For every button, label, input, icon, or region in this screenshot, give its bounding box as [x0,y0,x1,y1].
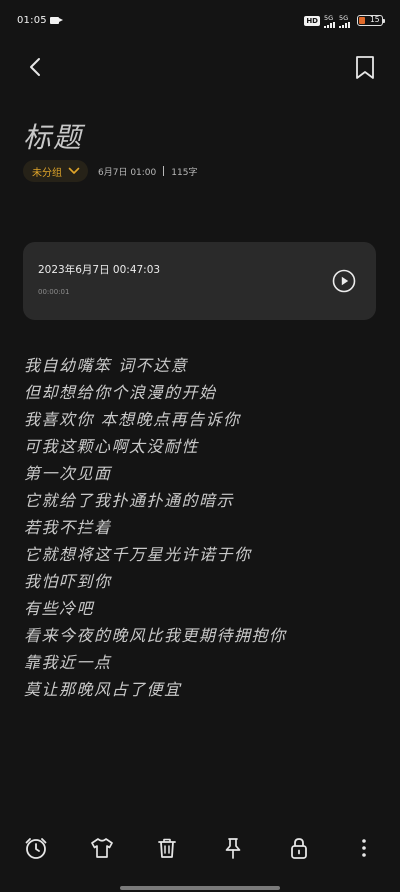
audio-datetime: 2023年6月7日 00:47:03 [38,264,161,276]
note-line: 它就给了我扑通扑通的暗示 [24,491,235,510]
note-line: 我怕吓到你 [24,572,112,591]
battery-level: 15 [370,15,380,24]
note-line: 看来今夜的晚风比我更期待拥抱你 [24,626,287,645]
word-count: 115字 [171,167,198,178]
screen-record-icon [50,17,63,24]
category-label: 未分组 [32,167,62,179]
note-line: 第一次见面 [24,464,112,483]
skin-button[interactable] [88,834,116,862]
note-line: 靠我近一点 [24,653,112,672]
signal-1-icon: 5G [324,13,335,28]
back-button[interactable] [22,52,50,82]
trash-icon [158,838,176,858]
play-button[interactable] [332,269,356,293]
note-line: 但却想给你个浪漫的开始 [24,383,217,402]
note-line: 它就想将这千万星光许诺于你 [24,545,252,564]
pin-button[interactable] [219,834,247,862]
note-meta-row: 未分组 6月7日 01:00 115字 [23,160,197,182]
chevron-down-icon [68,167,80,174]
bookmark-icon [356,56,374,79]
audio-duration: 00:00:01 [38,288,70,296]
signal-2-label: 5G [339,13,349,22]
bookmark-button[interactable] [352,52,378,82]
top-bar [0,50,400,84]
reminder-button[interactable] [22,834,50,862]
meta-divider [163,166,165,176]
hd-badge: HD [304,16,320,26]
lock-button[interactable] [285,834,313,862]
more-vertical-icon [362,839,366,857]
alarm-clock-icon [25,838,47,859]
pin-icon [225,838,241,859]
status-bar: 01:05 HD 5G 5G 15 [0,0,400,40]
more-button[interactable] [350,834,378,862]
home-indicator[interactable] [120,886,280,890]
note-line: 有些冷吧 [24,599,95,618]
note-line: 可我这颗心啊太没耐性 [24,437,200,456]
lock-icon [291,838,307,859]
battery-icon: 15 [357,15,385,26]
signal-2-icon: 5G [339,13,350,28]
note-body[interactable]: 我自幼嘴笨 词不达意 但却想给你个浪漫的开始 我喜欢你 本想晚点再告诉你 可我这… [24,352,376,703]
note-date: 6月7日 01:00 [98,167,157,178]
status-time: 01:05 [17,15,47,26]
category-dropdown[interactable]: 未分组 [23,160,88,182]
tshirt-icon [91,838,113,858]
audio-recording-card[interactable]: 2023年6月7日 00:47:03 00:00:01 [23,242,376,320]
note-line: 莫让那晚风占了便宜 [24,680,182,699]
note-title[interactable]: 标题 [23,116,83,156]
note-line: 我喜欢你 本想晚点再告诉你 [24,410,241,429]
battery-fill [359,17,365,24]
status-indicators: HD 5G 5G [304,14,350,28]
play-circle-icon [332,269,356,293]
note-line: 我自幼嘴笨 词不达意 [24,356,189,375]
delete-button[interactable] [153,834,181,862]
bottom-toolbar [0,818,400,876]
note-line: 若我不拦着 [24,518,112,537]
chevron-left-icon [30,58,40,76]
signal-1-label: 5G [324,13,334,22]
